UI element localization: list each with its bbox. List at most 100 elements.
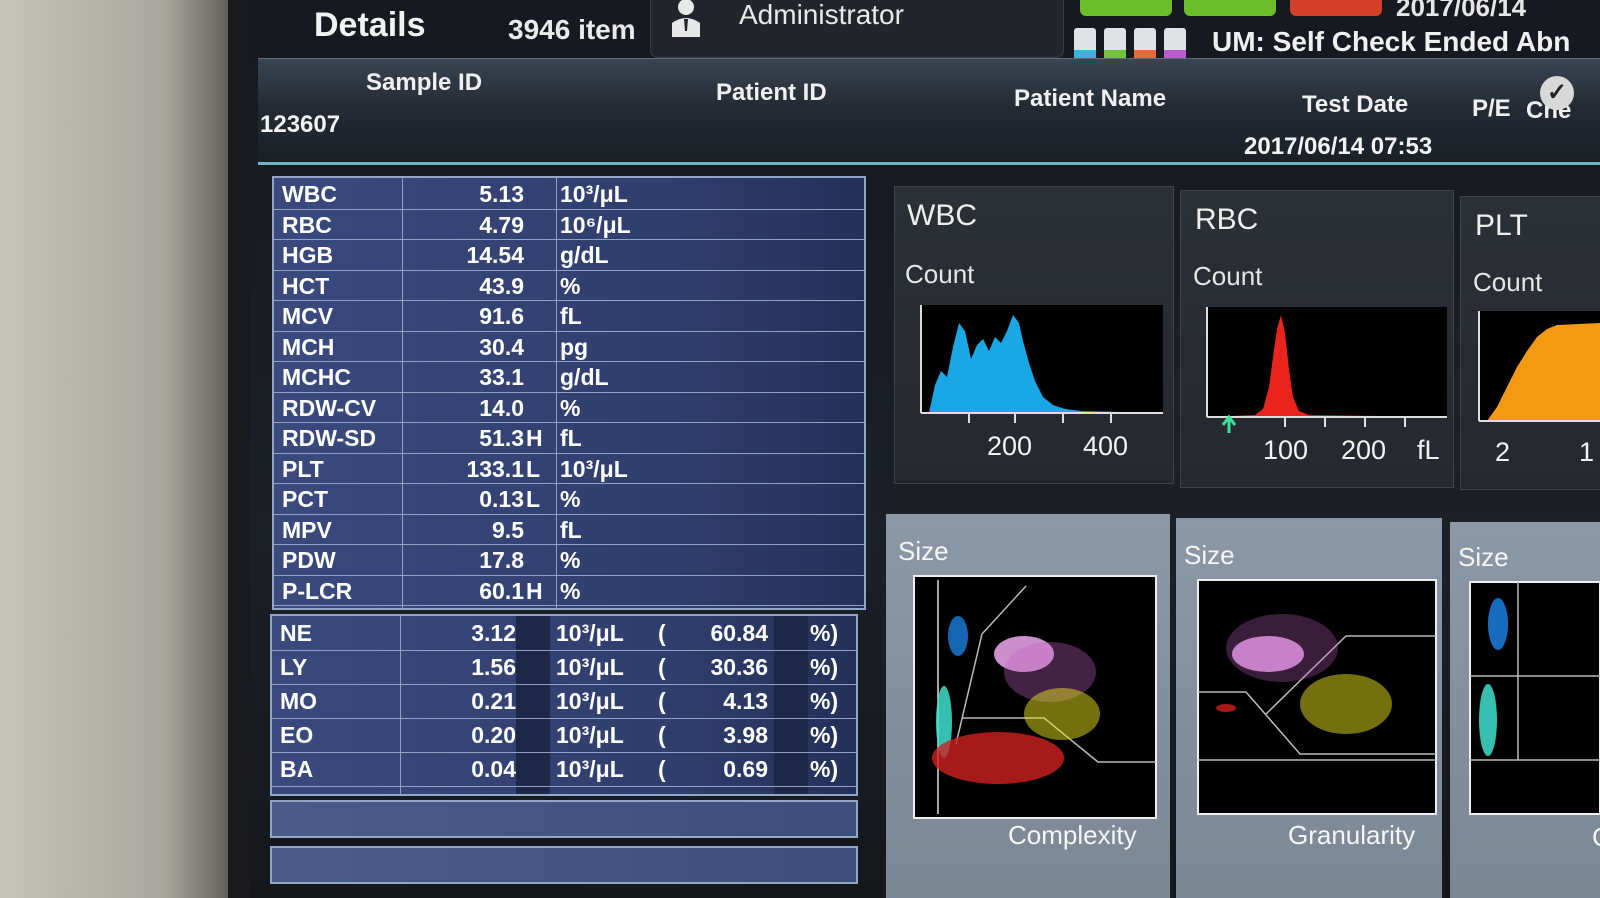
result-flag: L [526,486,541,512]
empty-row-2 [270,846,858,884]
result-row[interactable]: MCHC 33.1 g/dL [274,361,864,393]
red-button[interactable] [1290,0,1382,16]
result-row[interactable]: MCV 91.6 fL [274,300,864,332]
sample-id-value: 123607 [260,111,341,138]
result-name: MCH [282,333,335,360]
differential-row[interactable]: NE 3.12 10³/μL (60.84%) [272,616,856,651]
result-unit: fL [560,425,582,451]
result-row[interactable]: HGB 14.54 g/dL [274,239,864,271]
header-divider [258,162,1600,165]
rbc-histogram-title: RBC [1195,203,1259,236]
result-value: 4.79 [479,211,524,238]
check-icon[interactable]: ✓ [1540,76,1574,110]
user-box[interactable]: Administrator [650,0,1064,58]
green-button-2[interactable] [1184,0,1276,16]
item-count: 3946 item [508,14,636,45]
diff-paren: ( [658,722,666,748]
result-name: RBC [282,211,332,238]
result-row[interactable]: MPV 9.5 fL [274,514,864,545]
col-sample-id[interactable]: Sample ID [366,69,482,97]
wbc-histogram-panel[interactable]: WBC Count 200 400 [894,186,1174,484]
differential-row[interactable]: BA 0.04 10³/μL (0.69%) [272,752,856,787]
result-value: 14.54 [466,242,524,268]
scatter1-x-label: Complexity [1008,820,1137,850]
result-row[interactable]: RDW-CV 14.0% [274,392,864,423]
result-unit: % [560,394,581,421]
results-table: WBC 5.13 10³/μL RBC 4.79 10⁶/μL HGB 14.54 g/dL HC… [272,176,866,610]
result-flag: H [526,577,543,604]
result-row[interactable]: PLT 133.1 L 10³/μL [274,453,864,484]
result-unit: % [560,486,581,512]
result-name: HGB [282,242,334,268]
empty-row-1 [270,800,858,838]
green-button-1[interactable] [1080,0,1172,16]
scattergram-third-panel[interactable]: Size C [1450,522,1600,898]
diff-name: LY [280,654,308,680]
result-name: RDW-SD [282,425,377,451]
plt-tick-2: 2 [1495,437,1511,467]
plt-histogram-panel[interactable]: PLT Count 2 1 [1460,196,1600,490]
result-unit: 10³/μL [560,455,628,482]
col-test-date[interactable]: Test Date [1302,91,1408,119]
result-row[interactable]: RBC 4.79 10⁶/μL [274,209,864,240]
rbc-tick-100: 100 [1263,435,1309,465]
differential-row[interactable]: LY 1.56 10³/μL (30.36%) [272,650,856,685]
differential-row[interactable]: EO 0.20 10³/μL (3.98%) [272,718,856,753]
col-patient-id[interactable]: Patient ID [716,79,827,107]
result-value: 14.0 [479,394,524,421]
result-value: 91.6 [479,303,524,329]
wbc-tick-400: 400 [1083,431,1129,461]
diff-value: 0.20 [471,722,516,748]
scatter1-size-label: Size [898,536,949,566]
diff-percent: 30.36 [710,654,768,680]
result-name: P-LCR [282,577,353,604]
diff-percent: 4.13 [723,688,768,714]
diff-value: 3.12 [471,620,516,646]
diff-name: MO [280,688,318,714]
result-name: PCT [282,486,328,512]
result-name: HCT [282,272,330,299]
diff-paren: ( [658,756,666,782]
result-unit: pg [560,333,589,360]
result-row[interactable]: RDW-SD 51.3 HfL [274,422,864,454]
diff-unit: 10³/μL [556,722,624,748]
diff-value: 0.04 [471,756,516,782]
user-icon [672,0,700,37]
result-row[interactable]: PCT 0.13 L% [274,483,864,515]
diff-percent: 0.69 [723,756,768,782]
diff-paren: ( [658,654,666,680]
column-separator [402,178,403,608]
result-name: RDW-CV [282,394,377,421]
diff-percent-unit: %) [810,756,839,782]
result-row[interactable]: PDW 17.8% [274,544,864,576]
background-wall [0,0,235,898]
col-patient-name[interactable]: Patient Name [1014,85,1166,113]
user-name: Administrator [739,0,904,30]
result-value: 43.9 [479,272,524,299]
result-row[interactable]: WBC 5.13 10³/μL [274,178,864,210]
result-unit: % [560,272,581,299]
result-row[interactable]: MCH 30.4 pg [274,331,864,362]
result-value: 0.13 [479,486,524,512]
scatter3-x-label: C [1592,822,1600,853]
scattergram-complexity [913,575,1157,819]
result-unit: fL [560,516,582,543]
rbc-count-label: Count [1193,261,1263,291]
rbc-histogram-panel[interactable]: RBC Count 100 200 fL [1180,190,1454,488]
result-name: WBC [282,181,337,207]
diff-name: BA [280,756,314,782]
col-pe[interactable]: P/E [1472,95,1511,123]
result-name: MCV [282,303,334,329]
result-row[interactable]: HCT 43.9% [274,270,864,301]
result-row[interactable]: P-LCR 60.1 H% [274,575,864,606]
diff-percent-unit: %) [810,722,839,748]
scattergram-complexity-panel[interactable]: Size Complexity [886,514,1170,898]
result-value: 60.1 [479,577,524,604]
differential-row[interactable]: MO 0.21 10³/μL (4.13%) [272,684,856,719]
scattergram-granularity-panel[interactable]: Size Granularity [1176,518,1442,898]
column-separator [400,616,401,794]
header-date: 2017/06/14 [1396,0,1527,22]
result-name: MPV [282,516,332,543]
diff-unit: 10³/μL [556,688,624,714]
diff-paren: ( [658,620,666,646]
